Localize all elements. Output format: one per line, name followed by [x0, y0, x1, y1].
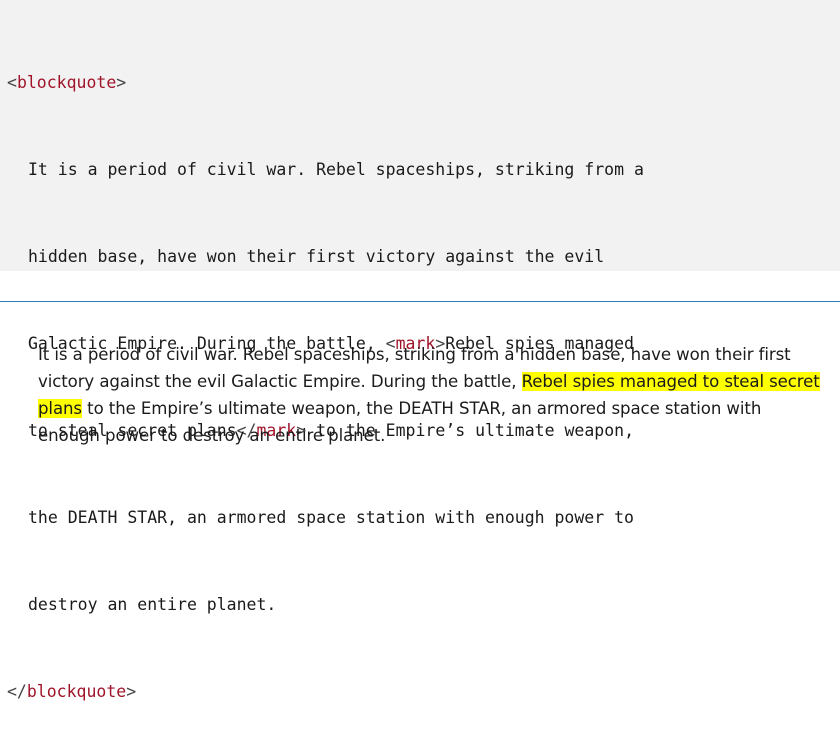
- preview-text-after: to the Empire’s ultimate weapon, the DEA…: [38, 399, 762, 445]
- code-line: destroy an entire planet.: [28, 595, 277, 614]
- code-example-panel: <blockquote> It is a period of civil war…: [0, 0, 840, 701]
- rendered-blockquote-preview: It is a period of civil war. Rebel space…: [38, 341, 828, 449]
- code-line: It is a period of civil war. Rebel space…: [28, 160, 644, 179]
- code-line-open-tag: <blockquote>: [7, 68, 840, 97]
- code-line: hidden base, have won their first victor…: [28, 247, 605, 266]
- code-tag-name: blockquote: [26, 682, 127, 701]
- code-tag-name: blockquote: [16, 73, 117, 92]
- section-divider: [0, 301, 840, 302]
- code-punct: >: [116, 73, 127, 92]
- code-line-close-tag: </blockquote>: [7, 677, 840, 706]
- code-punct: </: [7, 682, 27, 701]
- code-punct: >: [126, 682, 137, 701]
- code-line: the DEATH STAR, an armored space station…: [28, 508, 634, 527]
- code-punct: <: [7, 73, 17, 92]
